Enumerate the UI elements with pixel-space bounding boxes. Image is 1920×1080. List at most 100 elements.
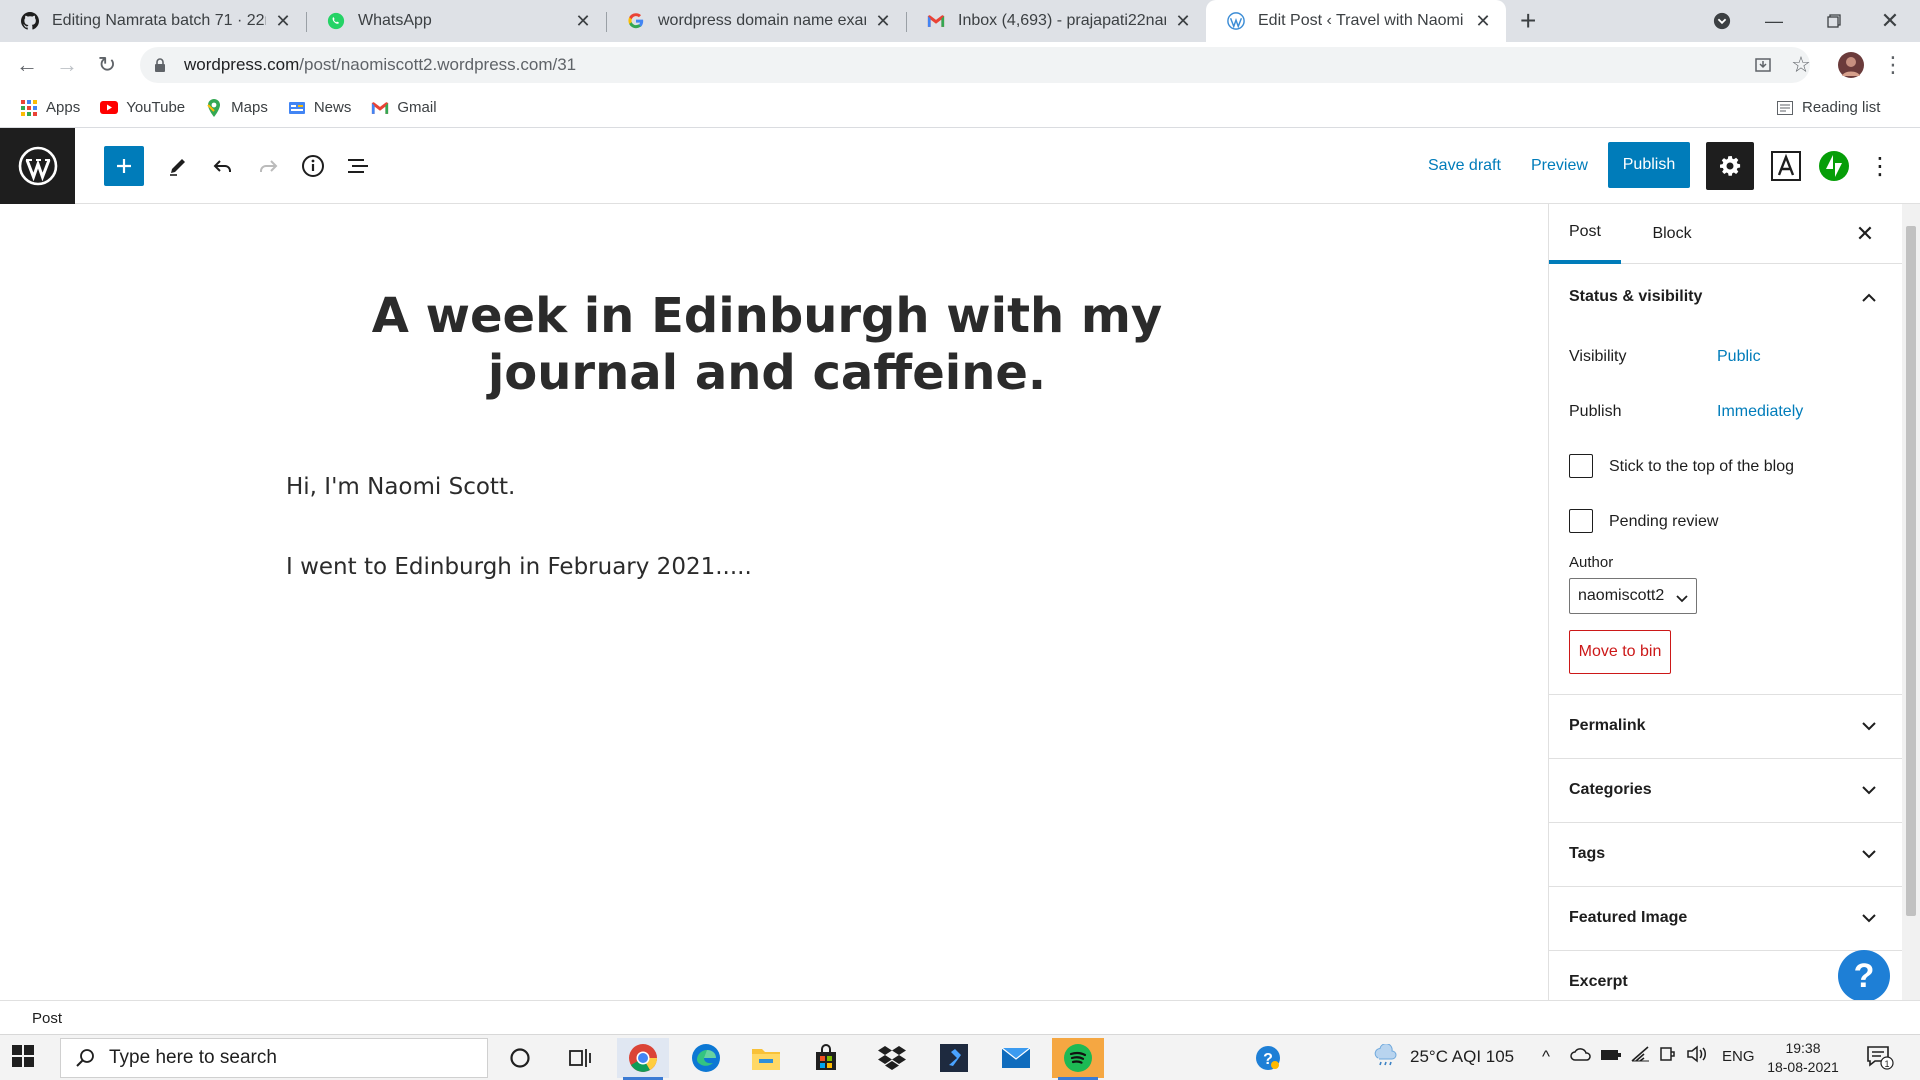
author-select[interactable]: naomiscott2	[1569, 578, 1697, 614]
chevron-up-icon[interactable]: ^	[1542, 1047, 1550, 1067]
move-to-bin-button[interactable]: Move to bin	[1569, 630, 1671, 674]
bookmark-gmail[interactable]: Gmail	[371, 99, 437, 117]
add-block-button[interactable]	[104, 146, 144, 186]
taskbar-search-field[interactable]: Type here to search	[60, 1038, 488, 1078]
panel-title: Permalink	[1569, 717, 1646, 734]
panel-permalink[interactable]: Permalink	[1549, 695, 1902, 757]
tab-title: WhatsApp	[358, 12, 432, 29]
preview-button[interactable]: Preview	[1531, 150, 1588, 182]
chevron-down-icon	[1859, 913, 1879, 923]
panel-title: Categories	[1569, 781, 1652, 798]
breadcrumb-item[interactable]: Post	[32, 1010, 62, 1027]
post-title[interactable]: A week in Edinburgh with my journal and …	[300, 288, 1234, 402]
help-bubble-icon[interactable]: ?	[1242, 1038, 1294, 1078]
visibility-toggle[interactable]: Public	[1717, 348, 1761, 366]
onedrive-icon[interactable]	[1570, 1045, 1592, 1068]
weather-icon[interactable]	[1372, 1043, 1400, 1073]
close-icon[interactable]: ✕	[1849, 218, 1881, 250]
pending-review-checkbox[interactable]	[1569, 509, 1593, 533]
panel-tags[interactable]: Tags	[1549, 823, 1902, 885]
notification-icon[interactable]: 1	[1866, 1044, 1894, 1075]
list-view-icon[interactable]	[338, 146, 378, 186]
restore-icon[interactable]	[1806, 0, 1862, 42]
settings-gear-button[interactable]	[1706, 142, 1754, 190]
minimize-icon[interactable]: —	[1746, 0, 1802, 42]
cortana-icon[interactable]	[494, 1038, 546, 1078]
chrome-icon[interactable]	[617, 1038, 669, 1080]
bookmark-apps[interactable]: Apps	[20, 99, 80, 117]
tab-block[interactable]: Block	[1637, 204, 1707, 264]
paragraph-block[interactable]: Hi, I'm Naomi Scott.	[286, 474, 515, 500]
language-indicator[interactable]: ENG	[1722, 1048, 1755, 1065]
system-clock[interactable]: 19:38 18-08-2021	[1760, 1039, 1846, 1077]
wordpress-logo-icon[interactable]	[0, 128, 75, 204]
chrome-menu-icon[interactable]: ⋮	[1878, 50, 1908, 80]
scrollbar-thumb[interactable]	[1906, 226, 1916, 916]
close-icon[interactable]: ✕	[1474, 11, 1492, 32]
browser-tab-whatsapp[interactable]: WhatsApp ✕	[306, 0, 606, 42]
reload-icon[interactable]: ↻	[92, 50, 122, 80]
visual-studio-icon[interactable]	[928, 1038, 980, 1078]
author-label: Author	[1569, 554, 1614, 571]
apps-grid-icon	[20, 99, 38, 117]
panel-status-visibility[interactable]: Status & visibility	[1549, 264, 1902, 330]
address-bar-row: ← → ↻ wordpress.com/post/naomiscott2.wor…	[0, 42, 1920, 88]
bookmark-youtube[interactable]: YouTube	[100, 99, 185, 117]
mail-icon[interactable]	[990, 1038, 1042, 1078]
publish-date-toggle[interactable]: Immediately	[1717, 403, 1803, 421]
panel-featured-image[interactable]: Featured Image	[1549, 887, 1902, 949]
wifi-icon[interactable]	[1630, 1045, 1652, 1068]
close-icon[interactable]: ✕	[274, 11, 292, 32]
chevron-down-icon	[1859, 785, 1879, 795]
bookmark-star-icon[interactable]: ☆	[1786, 50, 1816, 80]
close-icon[interactable]: ✕	[874, 11, 892, 32]
window-close-icon[interactable]: ✕	[1862, 0, 1918, 42]
bookmarks-bar: Apps YouTube Maps News Gmail Reading lis…	[0, 88, 1920, 128]
volume-icon[interactable]	[1686, 1045, 1710, 1068]
browser-tab-wordpress[interactable]: Edit Post ‹ Travel with Naomi — WordPres…	[1206, 0, 1506, 42]
browser-tab-gmail[interactable]: Inbox (4,693) - prajapati22namrata ✕	[906, 0, 1206, 42]
windows-taskbar: Type here to search ? 25°C AQI 105 ^ ENG…	[0, 1034, 1920, 1080]
redo-icon[interactable]	[248, 146, 288, 186]
editor-canvas[interactable]: A week in Edinburgh with my journal and …	[0, 204, 1548, 1000]
new-tab-plus-icon[interactable]: +	[1520, 6, 1536, 36]
back-arrow-icon[interactable]: ←	[12, 50, 42, 80]
bookmark-maps[interactable]: Maps	[205, 98, 268, 117]
browser-tab-google[interactable]: wordpress domain name example - Google S…	[606, 0, 906, 42]
device-icon[interactable]	[1658, 1045, 1676, 1068]
store-icon[interactable]	[800, 1038, 852, 1078]
save-draft-button[interactable]: Save draft	[1428, 150, 1501, 182]
url-field[interactable]: wordpress.com/post/naomiscott2.wordpress…	[140, 47, 1810, 83]
battery-icon[interactable]	[1600, 1047, 1622, 1067]
typography-a-icon[interactable]	[1764, 144, 1808, 188]
browser-tab-github[interactable]: Editing Namrata batch 71 · 22namrata ✕	[0, 0, 306, 42]
sidebar-scrollbar[interactable]	[1902, 204, 1920, 1000]
tab-search-icon[interactable]	[1694, 0, 1750, 42]
stick-to-top-checkbox[interactable]	[1569, 454, 1593, 478]
edge-icon[interactable]	[680, 1038, 732, 1078]
weather-text[interactable]: 25°C AQI 105	[1410, 1047, 1514, 1067]
windows-start-icon[interactable]	[12, 1045, 36, 1069]
close-icon[interactable]: ✕	[1174, 11, 1192, 32]
more-options-icon[interactable]: ⋮	[1860, 146, 1900, 186]
help-question-button[interactable]: ?	[1838, 950, 1890, 1002]
undo-icon[interactable]	[203, 146, 243, 186]
info-icon[interactable]	[293, 146, 333, 186]
pencil-icon[interactable]	[158, 146, 198, 186]
close-icon[interactable]: ✕	[574, 11, 592, 32]
file-explorer-icon[interactable]	[740, 1038, 792, 1078]
dropbox-icon[interactable]	[866, 1038, 918, 1078]
chevron-down-icon	[1859, 849, 1879, 859]
reading-list[interactable]: Reading list	[1776, 99, 1880, 117]
tab-post[interactable]: Post	[1549, 204, 1621, 264]
panel-categories[interactable]: Categories	[1549, 759, 1902, 821]
forward-arrow-icon[interactable]: →	[52, 50, 82, 80]
paragraph-block[interactable]: I went to Edinburgh in February 2021....…	[286, 554, 752, 580]
publish-button[interactable]: Publish	[1608, 142, 1690, 188]
spotify-icon[interactable]	[1052, 1038, 1104, 1080]
jetpack-icon[interactable]	[1814, 146, 1854, 186]
bookmark-news[interactable]: News	[288, 99, 351, 117]
avatar[interactable]	[1836, 50, 1866, 80]
task-view-icon[interactable]	[554, 1038, 606, 1078]
install-app-icon[interactable]	[1748, 50, 1778, 80]
